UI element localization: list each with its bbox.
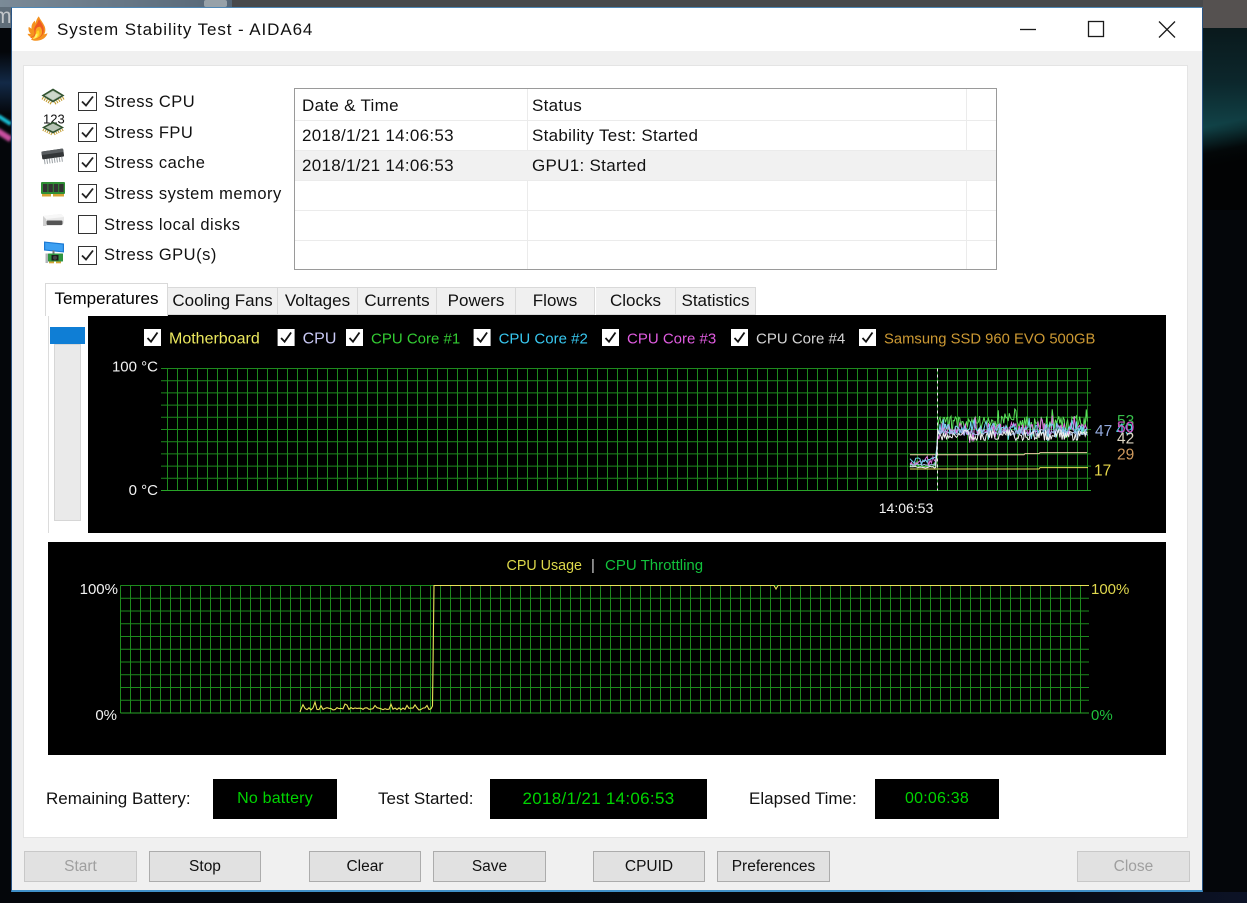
- svg-text:42: 42: [1117, 431, 1134, 448]
- svg-text:100%: 100%: [1091, 581, 1129, 598]
- svg-text:17: 17: [1094, 463, 1111, 480]
- svg-text:CPU Core #4: CPU Core #4: [756, 331, 845, 348]
- svg-text:14:06:53: 14:06:53: [879, 500, 934, 516]
- svg-text:0%: 0%: [95, 707, 117, 724]
- svg-text:0 °C: 0 °C: [129, 482, 159, 499]
- svg-text:CPU Usage: CPU Usage: [507, 558, 583, 574]
- svg-text:CPU Core #3: CPU Core #3: [627, 331, 716, 348]
- svg-text:29: 29: [1117, 447, 1134, 464]
- svg-text:CPU Core #2: CPU Core #2: [499, 331, 588, 348]
- svg-text:Samsung SSD 960 EVO 500GB: Samsung SSD 960 EVO 500GB: [884, 332, 1096, 348]
- svg-text:100 °C: 100 °C: [112, 359, 158, 376]
- svg-text:47: 47: [1095, 423, 1112, 440]
- svg-text:|: |: [591, 557, 595, 574]
- svg-text:100%: 100%: [80, 581, 118, 598]
- svg-text:CPU Core #1: CPU Core #1: [371, 331, 460, 348]
- svg-text:CPU Throttling: CPU Throttling: [605, 557, 703, 574]
- svg-text:CPU: CPU: [303, 331, 337, 348]
- svg-text:Motherboard: Motherboard: [169, 331, 260, 348]
- svg-text:0%: 0%: [1091, 707, 1113, 724]
